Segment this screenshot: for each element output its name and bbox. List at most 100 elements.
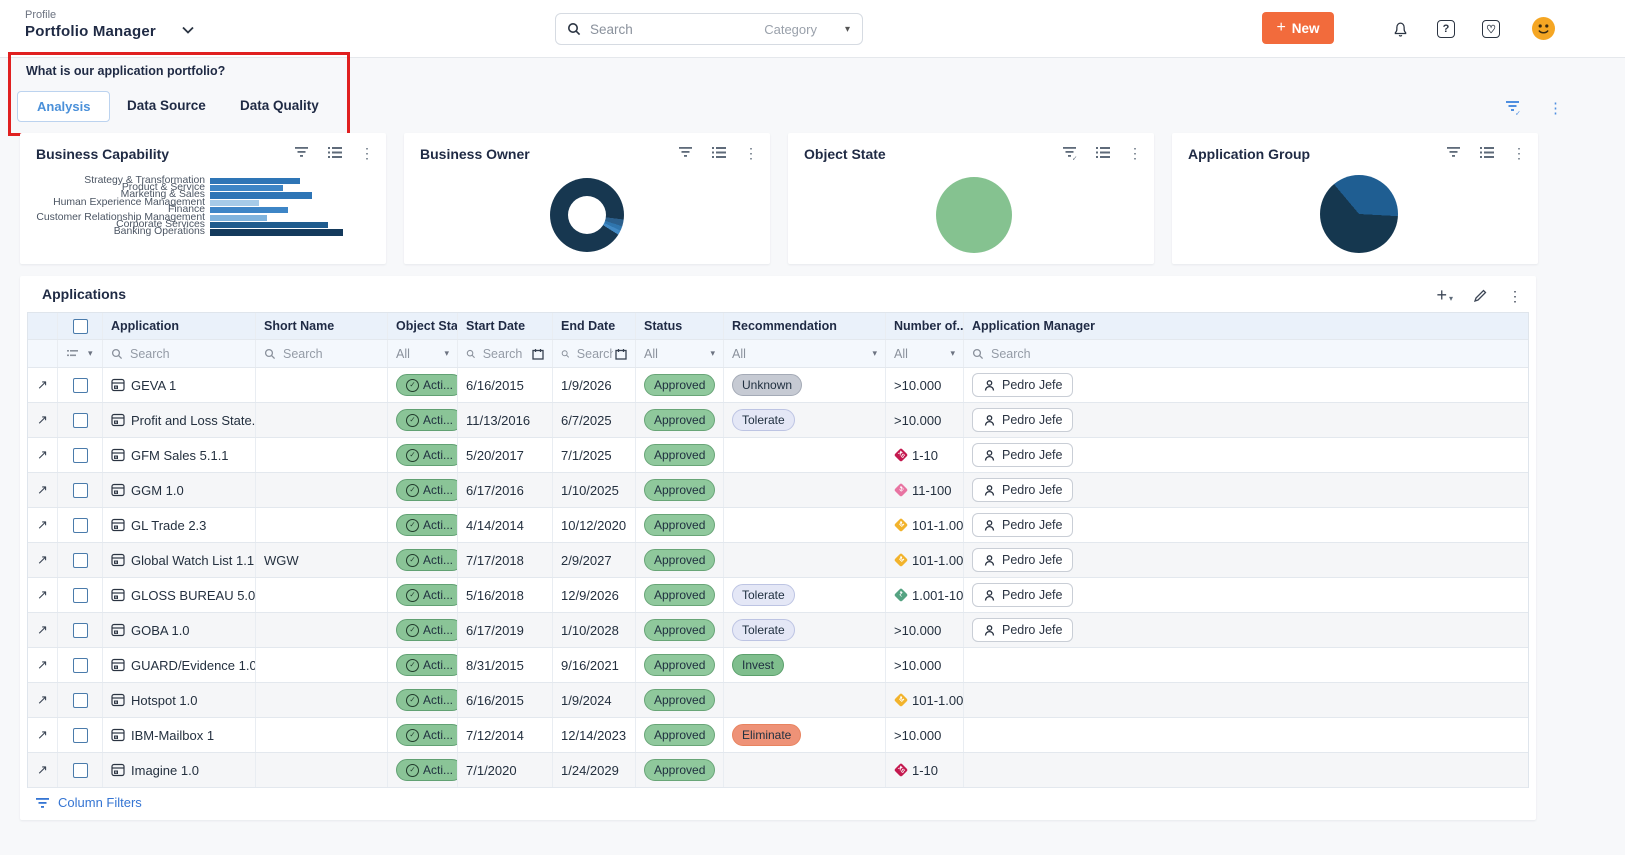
search-input[interactable] [588, 21, 722, 38]
open-arrow-icon[interactable]: ↗ [37, 622, 48, 638]
application-cell[interactable]: AGUARD/Evidence 1.0 [103, 648, 256, 682]
row-checkbox[interactable] [73, 658, 88, 673]
column-header-application[interactable]: Application [103, 313, 256, 339]
open-arrow-icon[interactable]: ↗ [37, 692, 48, 708]
filter-icon[interactable] [294, 146, 310, 160]
manager-chip[interactable]: Pedro Jefe [972, 443, 1073, 467]
chevron-down-icon[interactable] [180, 22, 196, 38]
bell-icon[interactable] [1390, 19, 1410, 39]
open-arrow-icon[interactable]: ↗ [37, 552, 48, 568]
application-cell[interactable]: AGOBA 1.0 [103, 613, 256, 647]
view-filter-icon[interactable]: ✓ [1504, 99, 1522, 115]
application-cell[interactable]: AGGM 1.0 [103, 473, 256, 507]
row-checkbox[interactable] [73, 448, 88, 463]
manager-chip[interactable]: Pedro Jefe [972, 408, 1073, 432]
open-arrow-icon[interactable]: ↗ [37, 412, 48, 428]
column-filters-link[interactable]: Column Filters [27, 787, 1529, 810]
tab-data-source[interactable]: Data Source [127, 91, 206, 120]
row-checkbox[interactable] [73, 413, 88, 428]
new-button[interactable]: + New [1262, 12, 1334, 44]
filter-search-input[interactable] [481, 346, 532, 362]
row-checkbox[interactable] [73, 378, 88, 393]
kebab-menu-icon[interactable]: ⋮ [1128, 146, 1142, 160]
row-checkbox[interactable] [73, 483, 88, 498]
manager-name: Pedro Jefe [1002, 448, 1062, 462]
view-menu-kebab-icon[interactable]: ⋮ [1548, 99, 1554, 115]
kebab-menu-icon[interactable]: ⋮ [744, 146, 758, 160]
list-icon[interactable] [1479, 146, 1495, 160]
feedback-heart-icon[interactable]: ♡ [1481, 19, 1501, 39]
column-header-application-manager[interactable]: Application Manager [964, 313, 1530, 339]
filter-select[interactable]: All▾ [636, 340, 724, 367]
column-header-recommendation[interactable]: Recommendation [724, 313, 886, 339]
filter-search-input[interactable] [989, 346, 1406, 362]
list-icon[interactable] [1095, 146, 1111, 160]
caret-down-icon[interactable]: ▾ [845, 24, 850, 35]
filter-icon[interactable] [678, 146, 694, 160]
row-checkbox[interactable] [73, 728, 88, 743]
calendar-icon[interactable] [532, 348, 544, 360]
list-icon[interactable] [711, 146, 727, 160]
manager-chip[interactable]: Pedro Jefe [972, 583, 1073, 607]
row-checkbox[interactable] [73, 588, 88, 603]
filter-operator-selector[interactable]: ▾ [58, 340, 103, 367]
manager-chip[interactable]: Pedro Jefe [972, 548, 1073, 572]
filter-select[interactable]: All▾ [886, 340, 964, 367]
tab-analysis[interactable]: Analysis [17, 91, 110, 122]
filter-search-input[interactable] [575, 346, 615, 362]
row-checkbox[interactable] [73, 553, 88, 568]
open-arrow-icon[interactable]: ↗ [37, 447, 48, 463]
open-arrow-icon[interactable]: ↗ [37, 482, 48, 498]
kebab-menu-icon[interactable]: ⋮ [1512, 146, 1526, 160]
filter-select[interactable]: All▾ [388, 340, 458, 367]
edit-pencil-icon[interactable] [1473, 288, 1488, 303]
category-select[interactable]: Category [764, 22, 817, 37]
open-arrow-icon[interactable]: ↗ [37, 587, 48, 603]
help-icon[interactable]: ? [1436, 19, 1456, 39]
application-cell[interactable]: AGLOSS BUREAU 5.0.1 [103, 578, 256, 612]
application-cell[interactable]: AGlobal Watch List 1.1... [103, 543, 256, 577]
column-header-short-name[interactable]: Short Name [256, 313, 388, 339]
manager-chip[interactable]: Pedro Jefe [972, 373, 1073, 397]
row-checkbox[interactable] [73, 518, 88, 533]
global-search[interactable]: Category ▾ [555, 13, 863, 45]
filter-select[interactable]: All▾ [724, 340, 886, 367]
list-icon[interactable] [327, 146, 343, 160]
profile-dropdown[interactable]: Portfolio Manager [25, 23, 156, 40]
manager-chip[interactable]: Pedro Jefe [972, 513, 1073, 537]
open-arrow-icon[interactable]: ↗ [37, 727, 48, 743]
column-header-status[interactable]: Status [636, 313, 724, 339]
kebab-menu-icon[interactable]: ⋮ [1508, 289, 1522, 303]
column-header-start-date[interactable]: Start Date [458, 313, 553, 339]
select-all-checkbox[interactable] [73, 319, 88, 334]
column-header-end-date[interactable]: End Date [553, 313, 636, 339]
application-cell[interactable]: AIBM-Mailbox 1 [103, 718, 256, 752]
column-header-number-of-[interactable]: Number of... [886, 313, 964, 339]
calendar-icon[interactable] [615, 348, 627, 360]
application-cell[interactable]: AGFM Sales 5.1.1 [103, 438, 256, 472]
tab-data-quality[interactable]: Data Quality [240, 91, 319, 120]
filter-applied-icon[interactable]: ✓ [1062, 146, 1078, 160]
user-avatar[interactable] [1532, 17, 1555, 40]
application-cell[interactable]: AGEVA 1 [103, 368, 256, 402]
manager-chip[interactable]: Pedro Jefe [972, 618, 1073, 642]
filter-search-input[interactable] [128, 346, 234, 362]
filter-search-input[interactable] [281, 346, 371, 362]
application-cell[interactable]: AProfit and Loss State... [103, 403, 256, 437]
application-cell[interactable]: AImagine 1.0 [103, 753, 256, 787]
filter-icon[interactable] [1446, 146, 1462, 160]
application-cell[interactable]: AHotspot 1.0 [103, 683, 256, 717]
row-checkbox[interactable] [73, 693, 88, 708]
column-header-object-sta-[interactable]: Object Sta... [388, 313, 458, 339]
add-application-button[interactable]: +▾ [1436, 285, 1453, 306]
open-arrow-icon[interactable]: ↗ [37, 657, 48, 673]
manager-chip[interactable]: Pedro Jefe [972, 478, 1073, 502]
kebab-menu-icon[interactable]: ⋮ [360, 146, 374, 160]
open-arrow-icon[interactable]: ↗ [37, 517, 48, 533]
row-checkbox[interactable] [73, 623, 88, 638]
open-arrow-icon[interactable]: ↗ [37, 762, 48, 778]
application-name: GLOSS BUREAU 5.0.1 [131, 588, 256, 603]
open-arrow-icon[interactable]: ↗ [37, 377, 48, 393]
row-checkbox[interactable] [73, 763, 88, 778]
application-cell[interactable]: AGL Trade 2.3 [103, 508, 256, 542]
